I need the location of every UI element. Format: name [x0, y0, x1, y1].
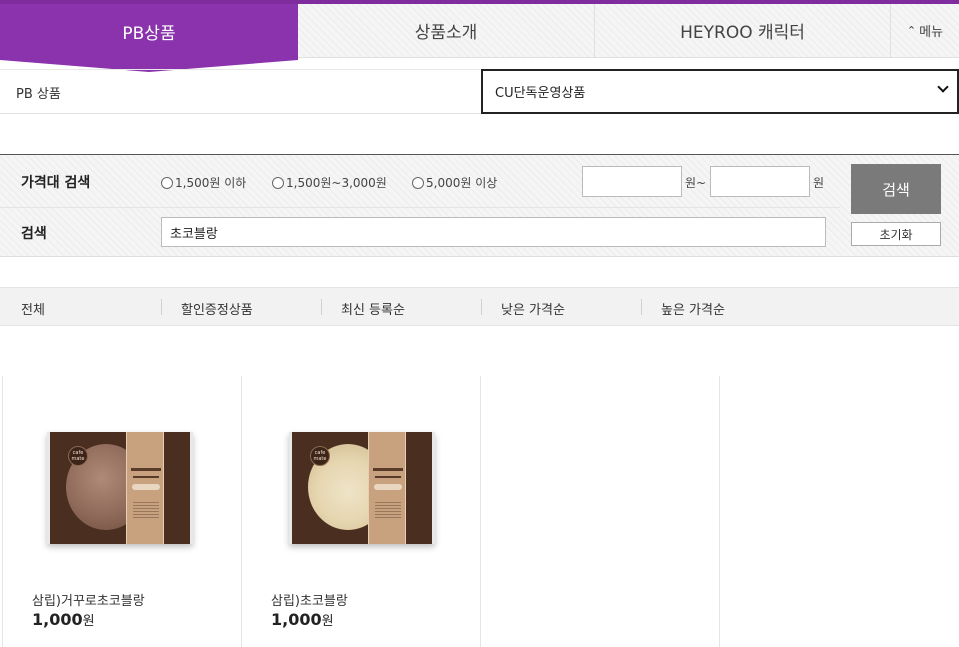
price-option-under-1500[interactable]: 1,500원 이하 [161, 174, 246, 191]
package-label-band [126, 432, 164, 544]
price-value: 1,000 [32, 610, 83, 629]
product-name[interactable]: 삼립)초코블랑 [271, 590, 348, 609]
price-value: 1,000 [271, 610, 322, 629]
product-grid: cafe mate 삼립)거꾸로초코블랑 1,000원 cafe mate 삼립… [0, 376, 959, 647]
keyword-input[interactable]: 초코블랑 [161, 217, 826, 247]
keyword-search-label: 검색 [21, 226, 47, 242]
sort-price-low[interactable]: 낮은 가격순 [501, 299, 565, 318]
price-search-label: 가격대 검색 [21, 175, 91, 191]
radio-circle-icon [272, 176, 284, 189]
category-select[interactable]: CU단독운영상품 [481, 69, 959, 114]
cafe-mate-logo: cafe mate [310, 446, 330, 466]
tab-product-intro[interactable]: 상품소개 [298, 4, 595, 58]
category-selected-value: CU단독운영상품 [495, 86, 586, 101]
sort-divider [321, 299, 322, 315]
sort-divider [641, 299, 642, 315]
price-option-label: 1,500원 이하 [175, 176, 247, 190]
radio-circle-icon [161, 176, 173, 189]
price-currency: 원 [321, 614, 334, 629]
sort-divider [481, 299, 482, 315]
divider [0, 207, 840, 208]
sort-price-high[interactable]: 높은 가격순 [661, 299, 725, 318]
price-option-over-5000[interactable]: 5,000원 이상 [412, 174, 497, 191]
price-from-unit: 원~ [685, 176, 707, 190]
price-to-input[interactable] [710, 166, 810, 197]
cafe-mate-logo: cafe mate [68, 446, 88, 466]
sort-divider [161, 299, 162, 315]
price-option-label: 5,000원 이상 [426, 176, 498, 190]
chevron-up-icon: ⌃ [906, 24, 917, 37]
product-name[interactable]: 삼립)거꾸로초코블랑 [32, 590, 145, 609]
top-tab-bar: PB상품 상품소개 HEYROO 캐릭터 ⌃ 메뉴 [0, 0, 959, 58]
product-price: 1,000원 [271, 610, 334, 629]
menu-label: 메뉴 [919, 25, 944, 40]
tab-label: PB상품 [122, 23, 176, 44]
product-card[interactable]: cafe mate 삼립)거꾸로초코블랑 1,000원 [2, 376, 241, 647]
menu-button[interactable]: ⌃ 메뉴 [891, 4, 959, 58]
tab-label: HEYROO 캐릭터 [680, 23, 805, 43]
reset-button[interactable]: 초기화 [851, 222, 941, 246]
tab-label: 상품소개 [414, 23, 478, 43]
package-label-band [368, 432, 406, 544]
price-from-input[interactable] [582, 166, 682, 197]
sort-discount[interactable]: 할인증정상품 [181, 299, 253, 318]
price-option-label: 1,500원~3,000원 [286, 176, 387, 190]
keyword-value: 초코블랑 [170, 226, 218, 242]
sort-newest[interactable]: 최신 등록순 [341, 299, 405, 318]
price-to-unit: 원 [813, 176, 825, 190]
tab-heyroo-character[interactable]: HEYROO 캐릭터 [595, 4, 891, 58]
chevron-down-icon [937, 81, 949, 93]
sort-all[interactable]: 전체 [21, 299, 45, 318]
search-button[interactable]: 검색 [851, 164, 941, 214]
grid-line [719, 376, 720, 647]
search-panel: 가격대 검색 1,500원 이하 1,500원~3,000원 5,000원 이상… [0, 154, 959, 257]
grid-line [480, 376, 481, 647]
category-row: PB 상품 CU단독운영상품 [0, 69, 959, 114]
product-price: 1,000원 [32, 610, 95, 629]
tab-pb-products[interactable]: PB상품 [0, 4, 298, 58]
price-currency: 원 [82, 614, 95, 629]
product-card[interactable]: cafe mate 삼립)초코블랑 1,000원 [241, 376, 480, 647]
product-image[interactable]: cafe mate [289, 432, 435, 544]
product-image[interactable]: cafe mate [47, 432, 193, 544]
sort-bar: 전체 할인증정상품 최신 등록순 낮은 가격순 높은 가격순 [0, 287, 959, 326]
price-option-1500-3000[interactable]: 1,500원~3,000원 [272, 174, 387, 191]
category-label: PB 상품 [16, 87, 61, 102]
radio-circle-icon [412, 176, 424, 189]
